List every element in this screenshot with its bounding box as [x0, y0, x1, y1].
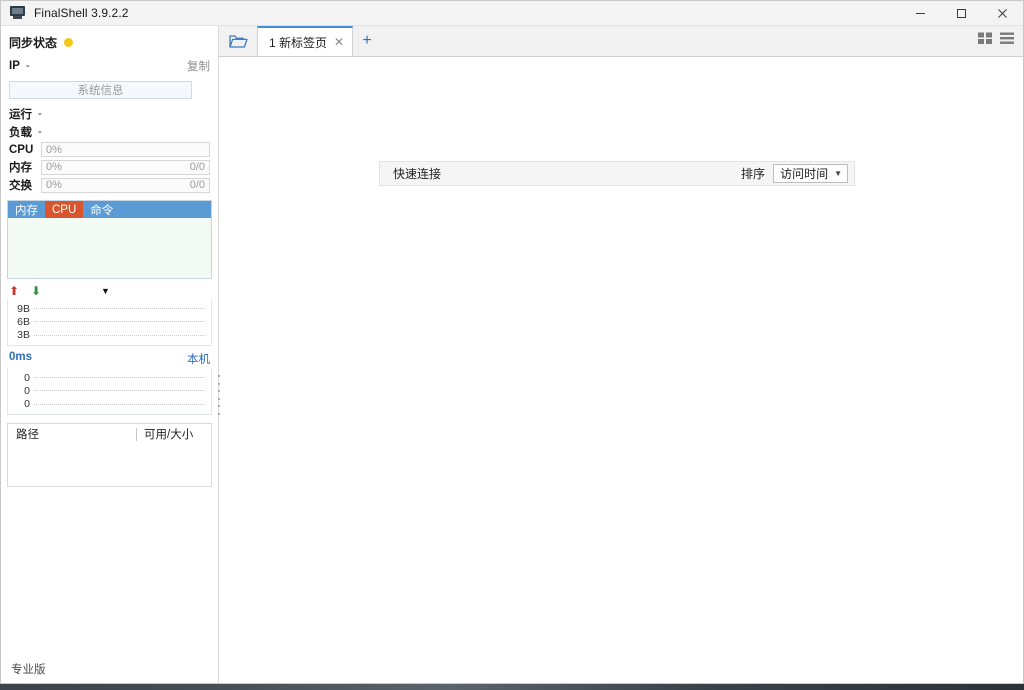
ping-gridline: 0	[8, 385, 211, 397]
load-label: 负载	[9, 124, 32, 140]
tab-label: 1 新标签页	[269, 34, 327, 51]
swap-meter: 0% 0/0	[41, 178, 210, 193]
cpu-meter: 0%	[41, 142, 210, 157]
finalshell-window: FinalShell 3.9.2.2 同步状态	[0, 0, 1024, 684]
ping-dotted-line	[34, 390, 205, 391]
swap-meter-fraction: 0/0	[190, 179, 205, 191]
quick-connect-bar: 快速连接 排序 访问时间 ▼	[379, 161, 855, 186]
network-dotted-line	[34, 335, 205, 336]
list-view-icon[interactable]	[1000, 32, 1015, 50]
uptime-value: -	[38, 108, 42, 120]
window-title: FinalShell 3.9.2.2	[34, 6, 129, 20]
disk-column-size: 可用/大小	[137, 426, 193, 442]
network-y-label-2: 6B	[8, 316, 34, 328]
ping-y-label-1: 0	[8, 372, 34, 384]
network-y-label-1: 9B	[8, 303, 34, 315]
memory-meter: 0% 0/0	[41, 160, 210, 175]
close-button[interactable]	[982, 1, 1023, 26]
quick-connect-title: 快速连接	[393, 165, 441, 182]
network-gridline: 9B	[8, 303, 211, 315]
main-pane: 1 新标签页 ✕ +	[219, 26, 1023, 683]
network-gridline: 3B	[8, 329, 211, 341]
ip-value: -	[26, 60, 30, 72]
chevron-down-icon: ▼	[834, 169, 842, 178]
arrow-up-icon: ⬆	[9, 284, 31, 298]
resource-tab-command[interactable]: 命令	[83, 201, 120, 218]
ping-gridline: 0	[8, 372, 211, 384]
load-value: -	[38, 126, 42, 138]
memory-meter-percent: 0%	[46, 161, 62, 173]
cpu-meter-percent: 0%	[46, 144, 62, 156]
swap-meter-row: 交换 0% 0/0	[1, 176, 218, 194]
disk-table-header: 路径 可用/大小	[8, 424, 211, 444]
ip-label: IP	[9, 60, 20, 72]
tab-bar: 1 新标签页 ✕ +	[219, 26, 1023, 57]
arrow-down-icon: ⬇	[31, 284, 101, 298]
network-y-label-3: 3B	[8, 329, 34, 341]
network-graph: 9B 6B 3B	[7, 299, 212, 346]
load-row: 负载 -	[1, 123, 218, 141]
close-icon[interactable]: ✕	[334, 35, 344, 49]
title-bar: FinalShell 3.9.2.2	[1, 1, 1023, 26]
chevron-down-icon[interactable]: ▼	[101, 286, 110, 296]
sync-status-label: 同步状态	[9, 34, 57, 51]
ping-host-label[interactable]: 本机	[187, 351, 210, 367]
desktop-background: FinalShell 3.9.2.2 同步状态	[0, 0, 1024, 690]
monitor-icon	[10, 6, 26, 20]
ping-latency-value: 0ms	[9, 351, 32, 367]
resource-panel: 内存 CPU 命令	[7, 200, 212, 279]
memory-meter-row: 内存 0% 0/0	[1, 158, 218, 176]
left-sidebar: 同步状态 IP - 复制 系统信息 运行 - 负载 -	[1, 26, 219, 683]
ping-dotted-line	[34, 404, 205, 405]
system-info-button[interactable]: 系统信息	[9, 81, 192, 99]
window-controls	[900, 1, 1023, 26]
memory-meter-fraction: 0/0	[190, 161, 205, 173]
ping-y-label-3: 0	[8, 398, 34, 410]
sync-status-indicator	[64, 38, 73, 47]
ping-gridline: 0	[8, 398, 211, 410]
ping-y-label-2: 0	[8, 385, 34, 397]
title-bar-left: FinalShell 3.9.2.2	[1, 6, 129, 20]
quick-connect-controls: 排序 访问时间 ▼	[741, 164, 848, 183]
uptime-label: 运行	[9, 106, 32, 122]
ping-graph: 0 0 0	[7, 368, 212, 415]
minimize-button[interactable]	[900, 1, 941, 26]
network-dotted-line	[34, 308, 205, 309]
memory-meter-label: 内存	[9, 159, 35, 175]
network-gridline: 6B	[8, 316, 211, 328]
network-graph-header: ⬆ ⬇ ▼	[1, 279, 218, 299]
copy-ip-link[interactable]: 复制	[187, 58, 210, 74]
ping-dotted-line	[34, 377, 205, 378]
cpu-meter-row: CPU 0%	[1, 141, 218, 158]
resource-tab-strip: 内存 CPU 命令	[8, 201, 211, 218]
sort-dropdown[interactable]: 访问时间 ▼	[773, 164, 848, 183]
maximize-button[interactable]	[941, 1, 982, 26]
sidebar-splitter-handle[interactable]	[215, 372, 222, 418]
edition-label: 专业版	[1, 655, 218, 683]
uptime-row: 运行 -	[1, 105, 218, 123]
swap-meter-label: 交换	[9, 177, 35, 193]
ping-graph-header: 0ms 本机	[1, 346, 218, 368]
resource-graph-canvas	[8, 218, 211, 278]
view-mode-group	[978, 32, 1015, 50]
network-dotted-line	[34, 321, 205, 322]
content-area: 快速连接 排序 访问时间 ▼	[219, 57, 1023, 683]
ip-row: IP - 复制	[1, 57, 218, 76]
tab-new-page[interactable]: 1 新标签页 ✕	[257, 26, 353, 56]
grid-view-icon[interactable]	[978, 32, 993, 50]
disk-column-path: 路径	[8, 426, 136, 442]
folder-open-icon[interactable]	[219, 26, 257, 56]
resource-tab-memory[interactable]: 内存	[8, 201, 45, 218]
sort-label: 排序	[741, 165, 765, 182]
window-body: 同步状态 IP - 复制 系统信息 运行 - 负载 -	[1, 26, 1023, 683]
sync-status-row: 同步状态	[1, 26, 218, 57]
swap-meter-percent: 0%	[46, 179, 62, 191]
cpu-meter-label: CPU	[9, 144, 35, 156]
sort-dropdown-value: 访问时间	[780, 165, 828, 182]
plus-icon[interactable]: +	[353, 26, 381, 56]
disk-usage-panel: 路径 可用/大小	[7, 423, 212, 487]
resource-tab-cpu[interactable]: CPU	[45, 201, 83, 218]
sidebar-spacer	[1, 487, 218, 655]
